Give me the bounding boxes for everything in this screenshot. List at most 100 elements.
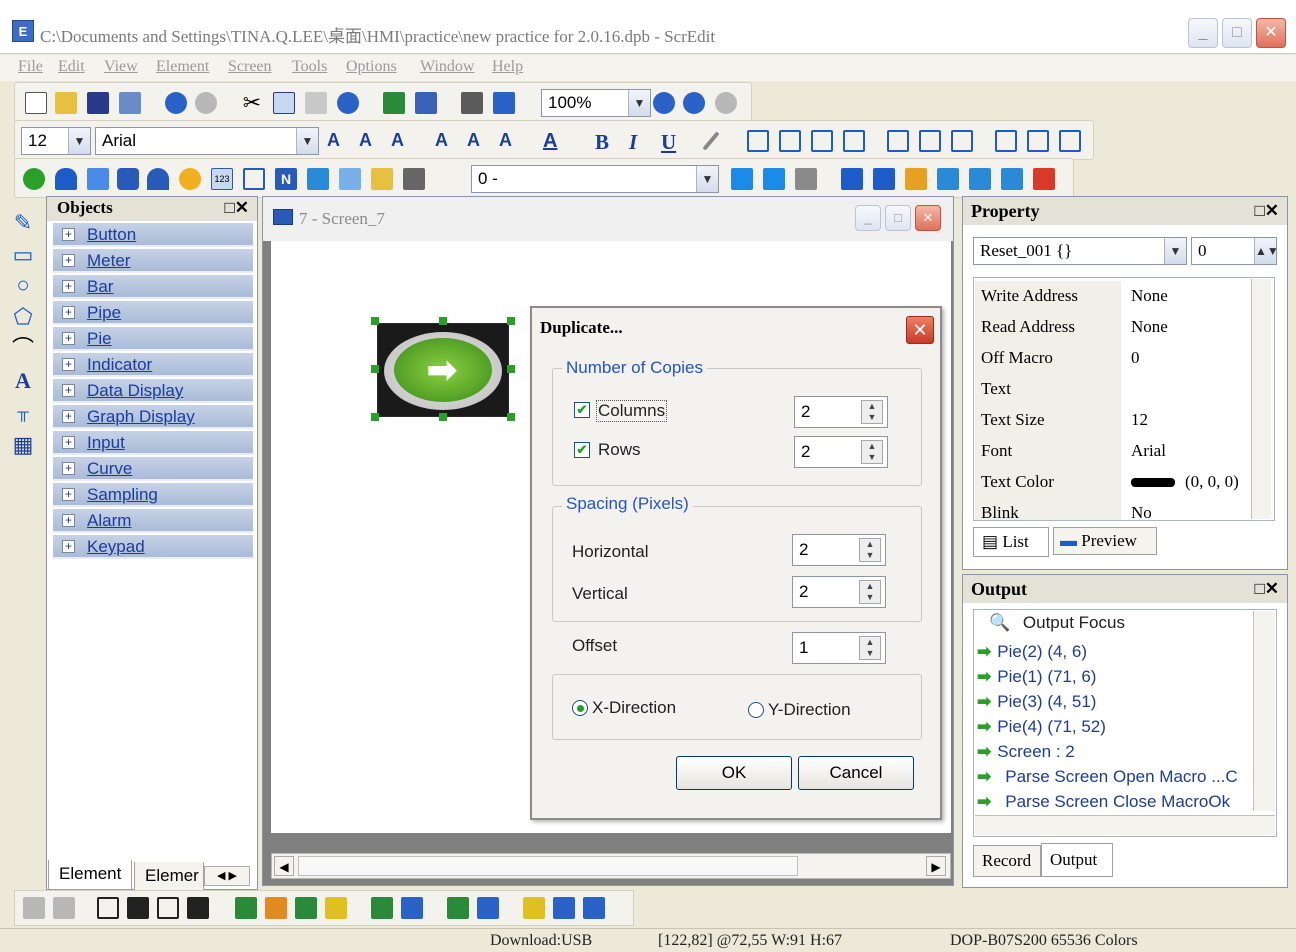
selection-handle[interactable] <box>507 413 515 421</box>
print-icon[interactable] <box>461 92 483 114</box>
library-icon[interactable] <box>905 168 927 190</box>
space-down-icon[interactable] <box>553 897 575 919</box>
expand-icon[interactable]: + <box>62 254 75 267</box>
cancel-button[interactable]: Cancel <box>798 756 914 790</box>
spin-arrows-icon[interactable]: ▲▼ <box>1254 238 1279 264</box>
meter-icon[interactable] <box>55 168 77 190</box>
align-objects-middle-icon[interactable] <box>887 130 909 152</box>
output-row[interactable]: ➡ Pie(4) (71, 52) <box>977 717 1106 737</box>
state-stepper[interactable]: 0 ▲▼ <box>1191 237 1279 265</box>
output-row[interactable]: ➡ Pie(3) (4, 51) <box>977 692 1096 712</box>
center-horizontal-icon[interactable] <box>371 897 393 919</box>
spin-arrows-icon[interactable]: ▲▼ <box>859 636 881 660</box>
ungroup-icon[interactable] <box>53 897 75 919</box>
circle-icon[interactable]: ○ <box>10 272 36 298</box>
object-item-graph-display[interactable]: + Graph Display <box>53 405 253 429</box>
output-row[interactable]: ➡ Pie(2) (4, 6) <box>977 642 1087 662</box>
columns-stepper[interactable]: 2 ▲ ▼ <box>794 396 888 428</box>
reset-button-element[interactable]: ➡ <box>377 323 509 417</box>
expand-icon[interactable]: + <box>62 410 75 423</box>
nudge-up-icon[interactable] <box>295 897 317 919</box>
object-item-bar[interactable]: + Bar <box>53 275 253 299</box>
text-tool-icon[interactable]: A <box>10 368 36 394</box>
expand-icon[interactable]: + <box>62 462 75 475</box>
state-select[interactable]: 0 - ▼ <box>471 165 719 193</box>
selection-handle[interactable] <box>371 413 379 421</box>
object-item-curve[interactable]: + Curve <box>53 457 253 481</box>
object-item-indicator[interactable]: + Indicator <box>53 353 253 377</box>
export-icon[interactable] <box>873 168 895 190</box>
output-row[interactable]: ➡ Parse Screen Open Macro ...C <box>977 767 1247 787</box>
input-icon[interactable]: N <box>275 168 297 190</box>
object-item-alarm[interactable]: + Alarm <box>53 509 253 533</box>
zoom-fit-icon[interactable] <box>715 92 737 114</box>
object-item-pipe[interactable]: + Pipe <box>53 301 253 325</box>
menu-view[interactable]: View <box>104 58 138 76</box>
output-row[interactable]: ➡ Pie(1) (71, 6) <box>977 667 1096 687</box>
tab-list[interactable]: ▤ List <box>973 527 1049 557</box>
align-objects-top-icon[interactable] <box>843 130 865 152</box>
scroll-left-icon[interactable]: ◀ <box>274 856 294 876</box>
import-icon[interactable] <box>841 168 863 190</box>
screen-maximize-button[interactable]: □ <box>885 205 911 231</box>
pipe-icon[interactable] <box>117 168 139 190</box>
selection-handle[interactable] <box>507 365 515 373</box>
property-row[interactable]: Text Color (0, 0, 0) <box>975 467 1273 498</box>
x-direction-radio[interactable] <box>572 700 588 716</box>
selection-handle[interactable] <box>507 317 515 325</box>
undo-icon[interactable] <box>165 92 187 114</box>
curve-icon[interactable] <box>307 168 329 190</box>
send-backward-icon[interactable] <box>187 897 209 919</box>
tab-element-2[interactable]: Elemer <box>134 862 204 892</box>
indicator-icon[interactable] <box>179 168 201 190</box>
save-as-icon[interactable] <box>119 92 141 114</box>
selection-handle[interactable] <box>439 413 447 421</box>
property-row[interactable]: Off Macro 0 <box>975 343 1273 374</box>
nudge-left-icon[interactable] <box>235 897 257 919</box>
tab-scroll-arrows[interactable]: ◀ ▶ <box>204 866 250 886</box>
expand-icon[interactable]: + <box>62 306 75 319</box>
rectangle-icon[interactable]: ▭ <box>10 242 36 268</box>
property-row[interactable]: Write Address None <box>975 281 1273 312</box>
menu-element[interactable]: Element <box>156 58 209 76</box>
nudge-right-icon[interactable] <box>265 897 287 919</box>
new-file-icon[interactable] <box>25 92 47 114</box>
table-icon[interactable]: ▦ <box>10 432 36 458</box>
horizontal-scrollbar[interactable]: ◀ ▶ <box>271 853 951 879</box>
property-row[interactable]: Text <box>975 374 1273 405</box>
line-tool-icon[interactable] <box>702 131 720 151</box>
menu-file[interactable]: File <box>18 58 43 76</box>
bring-forward-icon[interactable] <box>157 897 179 919</box>
expand-icon[interactable]: + <box>62 332 75 345</box>
bold-icon[interactable]: B <box>595 130 617 154</box>
screen-icon[interactable] <box>937 168 959 190</box>
tab-record[interactable]: Record <box>973 845 1041 877</box>
pie-icon[interactable] <box>147 168 169 190</box>
copy-icon[interactable] <box>273 92 295 114</box>
object-item-meter[interactable]: + Meter <box>53 249 253 273</box>
paste-icon[interactable] <box>305 92 327 114</box>
expand-icon[interactable]: + <box>62 280 75 293</box>
screen-minimize-button[interactable]: _ <box>855 205 881 231</box>
object-item-sampling[interactable]: + Sampling <box>53 483 253 507</box>
pen-icon[interactable]: ✎ <box>10 210 36 236</box>
expand-icon[interactable]: + <box>62 436 75 449</box>
object-item-input[interactable]: + Input <box>53 431 253 455</box>
numeric-display-icon[interactable]: 123 <box>211 168 233 190</box>
send-back-icon[interactable] <box>127 897 149 919</box>
property-row[interactable]: Font Arial <box>975 436 1273 467</box>
menu-edit[interactable]: Edit <box>58 58 85 76</box>
font-size-select[interactable]: 12 ▼ <box>21 127 91 155</box>
selection-handle[interactable] <box>439 317 447 325</box>
expand-icon[interactable]: + <box>62 540 75 553</box>
zoom-out-icon[interactable] <box>683 92 705 114</box>
same-size-icon[interactable] <box>1027 130 1049 152</box>
group-icon[interactable] <box>23 897 45 919</box>
output-focus-row[interactable]: 🔍 Output Focus <box>989 613 1125 633</box>
screen-list-icon[interactable] <box>1001 168 1023 190</box>
align-objects-bottom-icon[interactable] <box>919 130 941 152</box>
property-icon[interactable] <box>795 168 817 190</box>
property-scrollbar[interactable] <box>1251 279 1271 519</box>
compile-icon[interactable] <box>493 92 515 114</box>
property-row[interactable]: Blink No <box>975 498 1273 520</box>
